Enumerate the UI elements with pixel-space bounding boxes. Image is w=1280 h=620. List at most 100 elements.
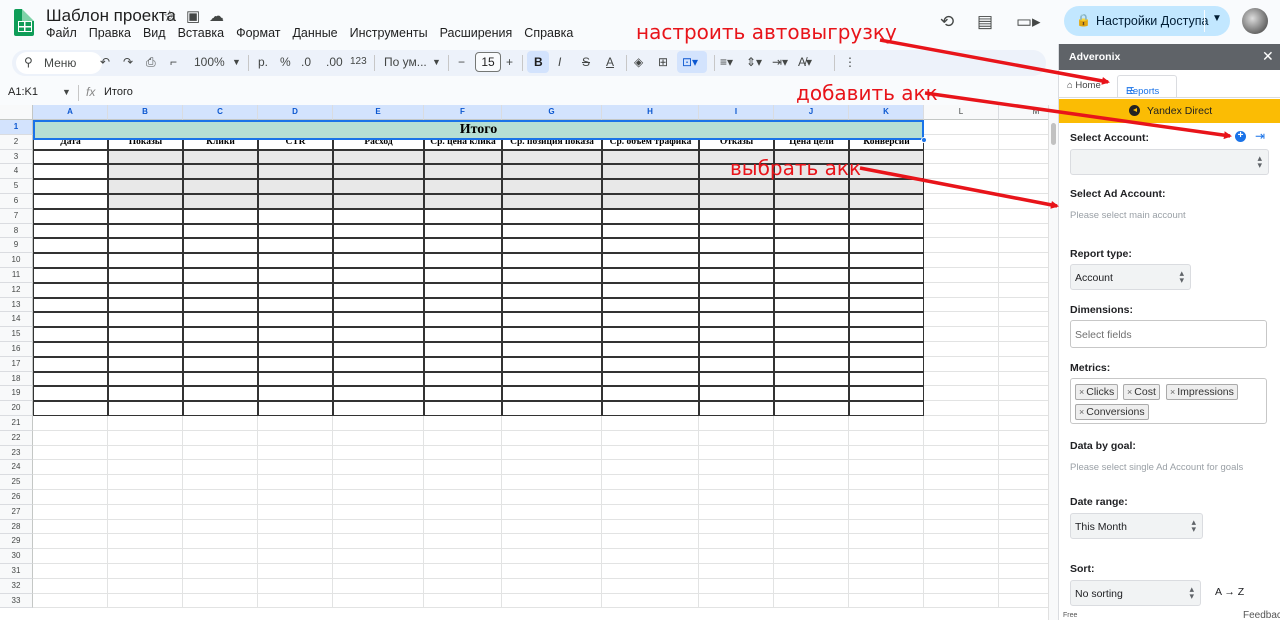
italic-button[interactable]: I	[558, 55, 561, 69]
platform-selector[interactable]: Yandex Direct	[1059, 99, 1280, 123]
cell[interactable]	[602, 268, 699, 283]
cell[interactable]	[258, 430, 333, 446]
cell[interactable]	[999, 194, 1048, 209]
cell[interactable]	[258, 475, 333, 490]
cell[interactable]	[602, 386, 699, 402]
cell[interactable]	[999, 416, 1048, 431]
cell[interactable]	[333, 208, 424, 224]
cell[interactable]	[849, 268, 924, 283]
cell[interactable]	[924, 430, 999, 446]
cell[interactable]	[502, 371, 602, 387]
cell[interactable]	[849, 549, 924, 564]
menu-insert[interactable]: Вставка	[178, 26, 224, 40]
cell[interactable]	[424, 578, 502, 594]
cell[interactable]	[333, 430, 424, 446]
cell[interactable]	[999, 164, 1048, 180]
row-header[interactable]: 30	[0, 549, 33, 564]
cell[interactable]	[502, 475, 602, 490]
cell[interactable]	[33, 371, 108, 387]
cell[interactable]	[183, 475, 258, 490]
cell[interactable]	[108, 549, 183, 564]
cell[interactable]	[699, 490, 774, 505]
cell[interactable]	[258, 149, 333, 165]
cell[interactable]	[699, 179, 774, 194]
cell[interactable]	[849, 297, 924, 313]
cell[interactable]	[424, 564, 502, 579]
cell[interactable]	[33, 312, 108, 328]
cell[interactable]	[33, 149, 108, 165]
cell[interactable]	[602, 460, 699, 476]
cell[interactable]	[33, 534, 108, 550]
cell[interactable]	[924, 578, 999, 594]
cell[interactable]	[333, 297, 424, 313]
cell[interactable]	[999, 564, 1048, 579]
back-icon[interactable]	[1129, 105, 1140, 116]
cell[interactable]	[849, 519, 924, 535]
cell[interactable]	[699, 386, 774, 402]
horizontal-align-icon[interactable]: ≡▾	[720, 55, 733, 69]
cell[interactable]	[333, 534, 424, 550]
cell[interactable]	[849, 534, 924, 550]
menu-help[interactable]: Справка	[524, 26, 573, 40]
cell[interactable]	[502, 223, 602, 239]
cell[interactable]	[424, 312, 502, 328]
cell[interactable]	[502, 268, 602, 283]
cell[interactable]	[33, 445, 108, 461]
cell[interactable]	[108, 223, 183, 239]
cell[interactable]	[183, 327, 258, 342]
cell[interactable]	[924, 297, 999, 313]
cell[interactable]	[333, 268, 424, 283]
cell[interactable]	[108, 445, 183, 461]
cell[interactable]	[502, 238, 602, 254]
cell[interactable]	[502, 504, 602, 520]
cell[interactable]	[602, 282, 699, 298]
zoom-select[interactable]: 100%	[194, 55, 225, 69]
remove-chip-icon[interactable]: ×	[1127, 387, 1132, 397]
cell[interactable]	[774, 194, 849, 209]
cell[interactable]	[183, 386, 258, 402]
cell[interactable]	[602, 578, 699, 594]
cell[interactable]	[33, 504, 108, 520]
cell[interactable]	[33, 564, 108, 579]
cell[interactable]	[108, 371, 183, 387]
cell[interactable]	[33, 223, 108, 239]
cell[interactable]	[333, 371, 424, 387]
cell[interactable]	[699, 504, 774, 520]
cell[interactable]	[774, 534, 849, 550]
cell[interactable]	[258, 268, 333, 283]
vertical-scrollbar[interactable]	[1048, 105, 1058, 620]
selection-fill-handle[interactable]	[921, 137, 927, 143]
cell[interactable]	[849, 401, 924, 416]
cell[interactable]	[108, 282, 183, 298]
cell[interactable]	[33, 416, 108, 431]
cell[interactable]	[183, 416, 258, 431]
cell[interactable]	[424, 593, 502, 609]
cell[interactable]	[108, 297, 183, 313]
cell[interactable]	[699, 401, 774, 416]
cell[interactable]	[424, 149, 502, 165]
cell[interactable]	[108, 564, 183, 579]
column-header[interactable]: H	[602, 105, 699, 120]
cell[interactable]	[333, 578, 424, 594]
metrics-input[interactable]: × Clicks × Cost × Impressions × Conversions	[1070, 378, 1267, 424]
cell[interactable]	[258, 371, 333, 387]
cell[interactable]	[924, 238, 999, 254]
cell[interactable]	[333, 386, 424, 402]
undo-icon[interactable]: ↶	[100, 55, 110, 69]
cell[interactable]	[924, 534, 999, 550]
cell[interactable]	[108, 268, 183, 283]
cell[interactable]	[774, 179, 849, 194]
cell[interactable]	[774, 356, 849, 372]
cell[interactable]	[602, 475, 699, 490]
share-button[interactable]: 🔒 Настройки Доступа ▼	[1064, 6, 1230, 36]
cell[interactable]	[183, 430, 258, 446]
row-header[interactable]: 22	[0, 430, 33, 446]
remove-chip-icon[interactable]: ×	[1079, 387, 1084, 397]
row-header[interactable]: 7	[0, 208, 33, 224]
cell[interactable]	[602, 164, 699, 180]
cell[interactable]	[849, 371, 924, 387]
cell[interactable]	[333, 564, 424, 579]
cell[interactable]	[602, 416, 699, 431]
cell[interactable]	[333, 327, 424, 342]
currency-format-button[interactable]: р.	[258, 55, 268, 69]
